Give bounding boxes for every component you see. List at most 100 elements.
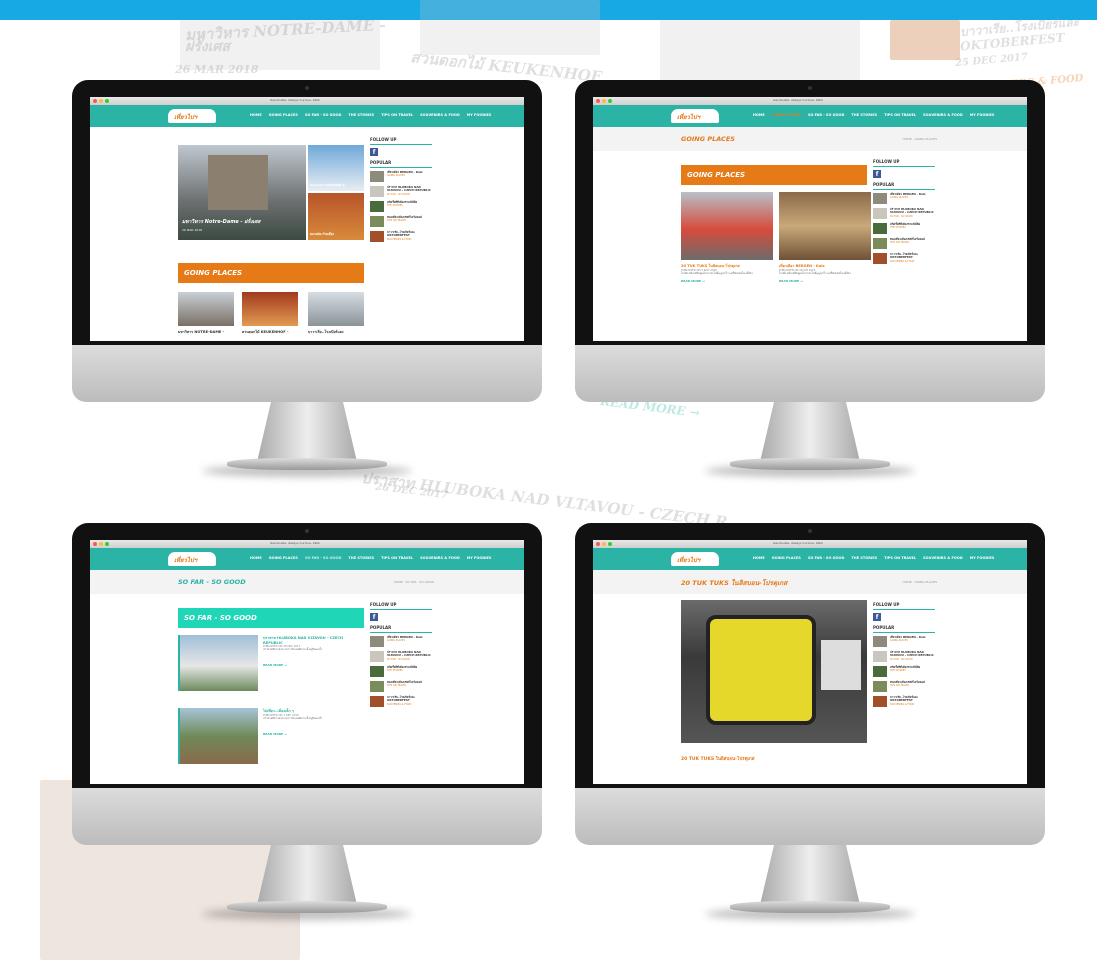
nav-foodies[interactable]: MY FOODIES (467, 556, 492, 560)
post-card[interactable]: เที่ยวเดียว BERGEN - Kuls PUBLISHED ON 2… (779, 192, 871, 283)
nav-tips[interactable]: TIPS ON TRAVEL (381, 556, 413, 560)
close-icon[interactable] (596, 542, 600, 546)
nav-tips[interactable]: TIPS ON TRAVEL (381, 113, 413, 117)
facebook-icon[interactable]: f (370, 148, 378, 156)
nav-so-far[interactable]: SO FAR - SO GOOD (808, 113, 844, 117)
minimize-icon[interactable] (99, 99, 103, 103)
post-card[interactable]: 20 TUK TUKS ในลิสบอน-โปรตุเกส PUBLISHED … (681, 192, 773, 283)
imac-stand (257, 402, 357, 462)
breadcrumb[interactable]: HOME · GOING PLACES (903, 580, 938, 584)
nav-tips[interactable]: TIPS ON TRAVEL (884, 113, 916, 117)
popular-item[interactable]: บาวาเรีย..โรงเบียร์และ OKTOBERFEST SOUVEN… (370, 230, 432, 242)
nav-going-places[interactable]: GOING PLACES (269, 556, 298, 560)
card[interactable]: มหาวิหาร NOTRE-DAME - (178, 292, 234, 335)
card-image (308, 292, 364, 326)
popular-item[interactable]: ปราสาท HLUBOKA NAD VLTAVOU - CZECH REPUB… (370, 650, 432, 662)
browser-title: Gevdouble. Always Curious. Kkkk (270, 98, 320, 102)
nav-going-places[interactable]: GOING PLACES (772, 113, 801, 117)
section-banner: GOING PLACES (681, 165, 867, 185)
popular-item[interactable]: บาวาเรีย..โรงเบียร์และ OKTOBERFEST SOUVEN… (873, 695, 935, 707)
nav-souvenirs[interactable]: SOUVENIRS & FOOD (923, 113, 963, 117)
screen-going-places: Gevdouble. Always Curious. Kkkk เที่ยวไป… (593, 97, 1027, 341)
read-more-link[interactable]: READ MORE → (263, 663, 363, 667)
facebook-icon[interactable]: f (873, 613, 881, 621)
popular-item[interactable]: เที่ยวเดียว BERGEN - Kuls GOING PLACES (873, 635, 935, 647)
nav-home[interactable]: HOME (753, 113, 765, 117)
popular-item[interactable]: บาวาเรีย..โรงเบียร์และ OKTOBERFEST SOUVEN… (370, 695, 432, 707)
minimize-icon[interactable] (99, 542, 103, 546)
sidebar-follow-heading: FOLLOW UP (370, 137, 432, 145)
minimize-icon[interactable] (602, 99, 606, 103)
nav-going-places[interactable]: GOING PLACES (772, 556, 801, 560)
read-more-link[interactable]: READ MORE → (681, 279, 773, 283)
site-logo[interactable]: เที่ยวไปฯ (168, 552, 216, 566)
sidebar-follow-heading: FOLLOW UP (370, 602, 432, 610)
popular-item[interactable]: เที่ยวเดียว BERGEN - Kuls GOING PLACES (873, 192, 935, 204)
nav-stories[interactable]: THE STORIES (348, 556, 374, 560)
close-icon[interactable] (93, 542, 97, 546)
popular-item[interactable]: สกีครั้งที่ที่เมืองชามนีส์คือ THE STORIES (873, 665, 935, 677)
read-more-link[interactable]: READ MORE → (779, 279, 871, 283)
site-logo[interactable]: เที่ยวไปฯ (168, 109, 216, 123)
popular-item[interactable]: เที่ยวเดียว BERGEN - Kuls GOING PLACES (370, 170, 432, 182)
nav-so-far[interactable]: SO FAR - SO GOOD (305, 113, 341, 117)
popular-item[interactable]: ปราสาท HLUBOKA NAD VLTAVOU - CZECH REPUB… (370, 185, 432, 197)
breadcrumb[interactable]: HOME · GOING PLACES (903, 137, 938, 141)
popular-item[interactable]: สกีครั้งที่ที่เมืองชามนีส์คือ THE STORIES (873, 222, 935, 234)
popular-item[interactable]: ปราสาท HLUBOKA NAD VLTAVOU - CZECH REPUB… (873, 207, 935, 219)
breadcrumb[interactable]: HOME · SO FAR - SO GOOD (394, 580, 434, 584)
popular-item[interactable]: ท่องเที่ยวเมืองเชสกีไคร์มลอฟ TIPS ON TRAV… (370, 680, 432, 692)
popular-item[interactable]: สกีครั้งที่ที่เมืองชามนีส์คือ THE STORIES (370, 200, 432, 212)
maximize-icon[interactable] (608, 542, 612, 546)
minimize-icon[interactable] (602, 542, 606, 546)
read-more-link[interactable]: READ MORE → (263, 732, 363, 736)
nav-foodies[interactable]: MY FOODIES (970, 113, 995, 117)
nav-home[interactable]: HOME (753, 556, 765, 560)
close-icon[interactable] (596, 99, 600, 103)
popular-item[interactable]: สกีครั้งที่ที่เมืองชามนีส์คือ THE STORIES (370, 665, 432, 677)
card[interactable]: บาวาเรีย..โรงเบียร์และ (308, 292, 364, 335)
nav-so-far[interactable]: SO FAR - SO GOOD (305, 556, 341, 560)
nav-souvenirs[interactable]: SOUVENIRS & FOOD (923, 556, 963, 560)
nav-stories[interactable]: THE STORIES (348, 113, 374, 117)
featured-side-1[interactable]: Santorini ฉบับเทพนิยาย (308, 145, 364, 191)
maximize-icon[interactable] (105, 99, 109, 103)
nav-souvenirs[interactable]: SOUVENIRS & FOOD (420, 113, 460, 117)
nav-stories[interactable]: THE STORIES (851, 556, 877, 560)
nav-home[interactable]: HOME (250, 113, 262, 117)
close-icon[interactable] (93, 99, 97, 103)
post-title: ปราสาท HLUBOKA NAD VLTAVOU - CZECH REPUB… (263, 636, 343, 645)
maximize-icon[interactable] (608, 99, 612, 103)
site-logo[interactable]: เที่ยวไปฯ (671, 552, 719, 566)
card[interactable]: สวนดอกไม้ KEUKENHOF - (242, 292, 298, 335)
featured-main[interactable]: มหาวิหาร Notre-Dame - ฝรั่งเศส 26 MAR 20… (178, 145, 306, 240)
popular-item[interactable]: เที่ยวเดียว BERGEN - Kuls GOING PLACES (370, 635, 432, 647)
banner-title: GOING PLACES (184, 269, 243, 277)
popular-item[interactable]: บาวาเรีย..โรงเบียร์และ OKTOBERFEST SOUVEN… (873, 252, 935, 264)
site-logo[interactable]: เที่ยวไปฯ (671, 109, 719, 123)
post-row[interactable]: ปราสาท HLUBOKA NAD VLTAVOU - CZECH REPUB… (178, 635, 368, 695)
nav-stories[interactable]: THE STORIES (851, 113, 877, 117)
featured-side-1-title: Santorini ฉบับเทพนิยาย (310, 183, 345, 187)
nav-foodies[interactable]: MY FOODIES (467, 113, 492, 117)
popular-item[interactable]: ท่องเที่ยวเมืองเชสกีไคร์มลอฟ TIPS ON TRAV… (873, 237, 935, 249)
imac-so-far: Gevdouble. Always Curious. Kkkk เที่ยวไป… (72, 523, 542, 920)
facebook-icon[interactable]: f (873, 170, 881, 178)
screen-tuk-post: Gevdouble. Always Curious. Kkkk เที่ยวไป… (593, 540, 1027, 784)
nav-home[interactable]: HOME (250, 556, 262, 560)
sidebar: FOLLOW UP f POPULAR เที่ยวเดียว BERGEN -… (370, 137, 432, 246)
post-excerpt: ปราสาทสีขาวสวยงามราวกับเทพนิยาย ตั้งอยู่… (263, 648, 323, 651)
facebook-icon[interactable]: f (370, 613, 378, 621)
nav-going-places[interactable]: GOING PLACES (269, 113, 298, 117)
nav-foodies[interactable]: MY FOODIES (970, 556, 995, 560)
nav-so-far[interactable]: SO FAR - SO GOOD (808, 556, 844, 560)
nav-tips[interactable]: TIPS ON TRAVEL (884, 556, 916, 560)
popular-item[interactable]: ปราสาท HLUBOKA NAD VLTAVOU - CZECH REPUB… (873, 650, 935, 662)
popular-item[interactable]: ท่องเที่ยวเมืองเชสกีไคร์มลอฟ TIPS ON TRAV… (873, 680, 935, 692)
card-image (242, 292, 298, 326)
post-row[interactable]: ไปเที่ยว..เมืองเล็ก ๆ PUBLISHED ON 1 DEC… (178, 708, 368, 768)
maximize-icon[interactable] (105, 542, 109, 546)
popular-item[interactable]: ท่องเที่ยวเมืองเชสกีไคร์มลอฟ TIPS ON TRAV… (370, 215, 432, 227)
featured-side-2[interactable]: ตลาดนัด ก๊วยเตี๋ยว (308, 193, 364, 240)
nav-souvenirs[interactable]: SOUVENIRS & FOOD (420, 556, 460, 560)
